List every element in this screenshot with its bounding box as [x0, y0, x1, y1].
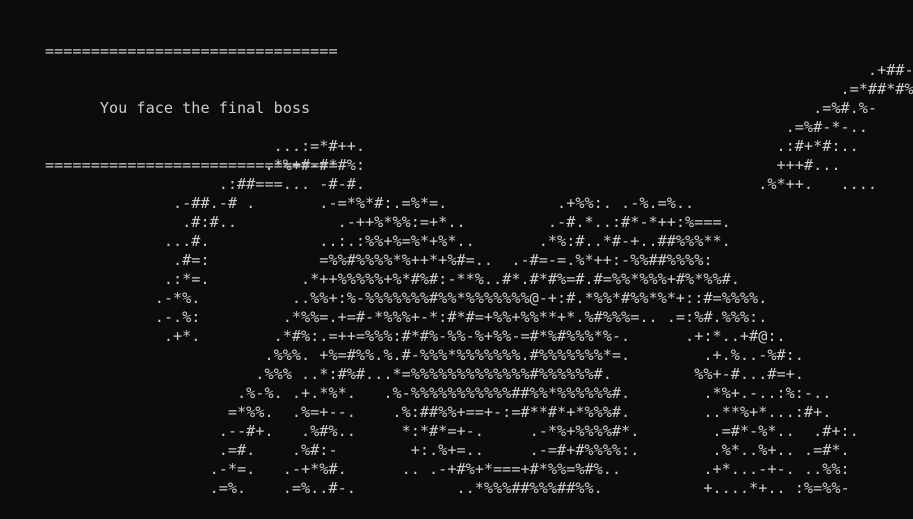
terminal-window: ================================ You fac… [0, 0, 913, 519]
header-top-rule: ================================ [45, 42, 338, 60]
ascii-boss-art: .+##-. .=*##*#%*: .=%#.%- [154, 61, 913, 497]
